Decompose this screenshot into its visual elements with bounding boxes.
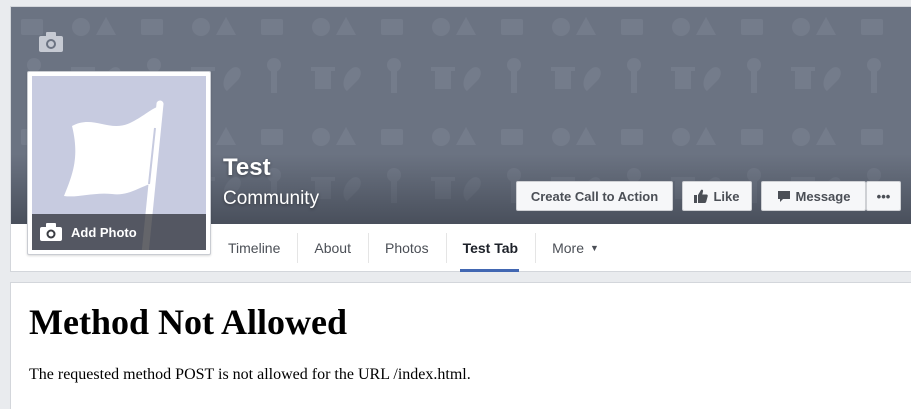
page-header: Test Community Create Call to Action Lik… xyxy=(10,6,911,272)
tab-test-tab[interactable]: Test Tab xyxy=(445,224,536,272)
tab-more-label: More xyxy=(552,240,584,256)
thumbs-up-icon xyxy=(694,189,709,203)
tab-photos[interactable]: Photos xyxy=(367,224,446,272)
camera-icon xyxy=(40,223,62,241)
page-category: Community xyxy=(223,188,320,209)
tab-content: Method Not Allowed The requested method … xyxy=(10,282,911,409)
tab-about[interactable]: About xyxy=(297,224,368,272)
profile-picture[interactable]: Add Photo xyxy=(27,71,211,255)
error-message: The requested method POST is not allowed… xyxy=(29,366,471,383)
more-options-button[interactable]: ••• xyxy=(866,181,901,211)
profile-picture-placeholder: Add Photo xyxy=(32,76,206,250)
like-label: Like xyxy=(713,188,740,204)
tab-timeline[interactable]: Timeline xyxy=(211,224,297,272)
message-label: Message xyxy=(795,188,851,204)
message-icon xyxy=(777,190,790,202)
add-photo-button[interactable]: Add Photo xyxy=(32,214,206,250)
like-button[interactable]: Like xyxy=(682,181,752,211)
add-photo-label: Add Photo xyxy=(71,224,137,240)
page-tabs: Timeline About Photos Test Tab More ▼ xyxy=(211,224,616,272)
caret-down-icon: ▼ xyxy=(589,243,599,253)
message-button[interactable]: Message xyxy=(761,181,866,211)
error-title: Method Not Allowed xyxy=(29,302,347,342)
create-call-to-action-button[interactable]: Create Call to Action xyxy=(516,181,673,211)
tab-more[interactable]: More ▼ xyxy=(535,224,616,272)
camera-icon[interactable] xyxy=(38,31,64,53)
page-title: Test xyxy=(223,154,271,181)
